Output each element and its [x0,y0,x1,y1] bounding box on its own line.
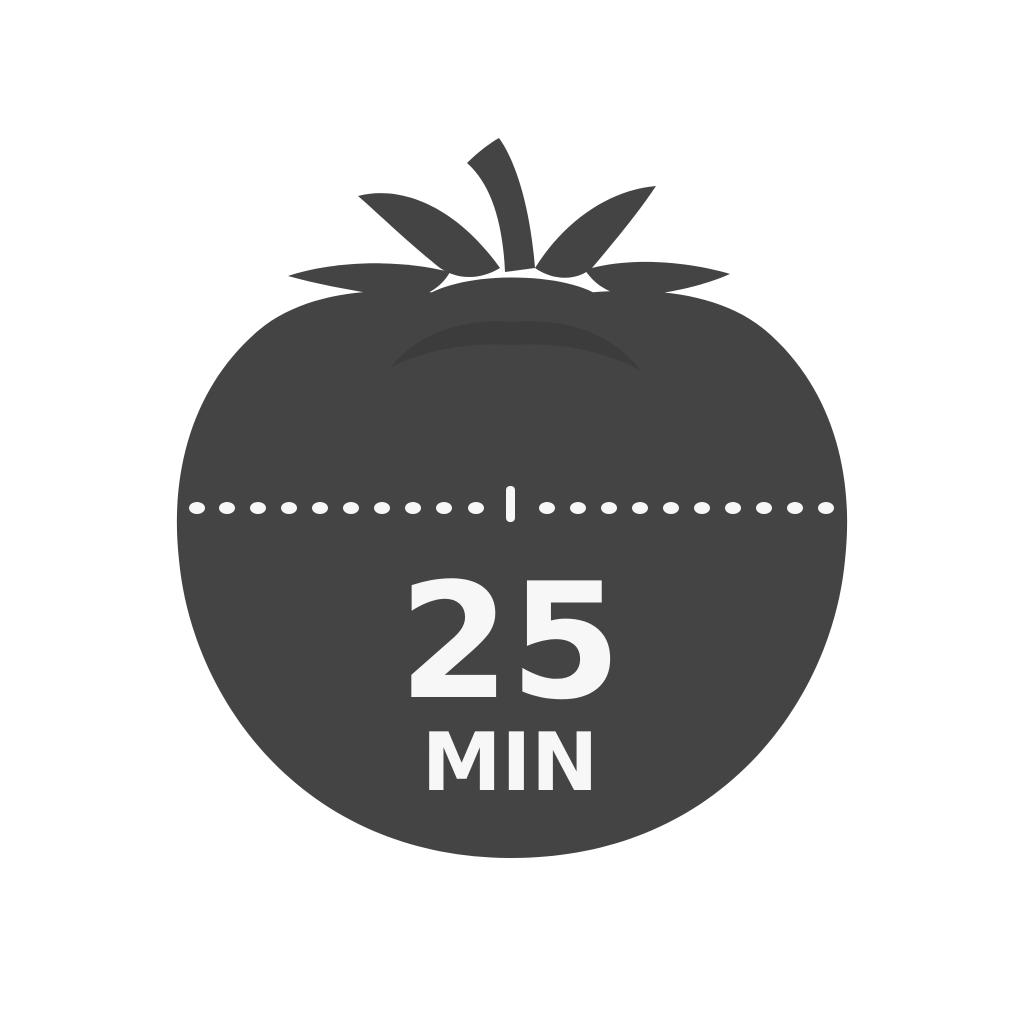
tomato-timer-icon: 25 MIN [176,138,848,858]
timer-unit-label: MIN [422,716,598,809]
timer-minutes: 25 [399,548,622,735]
pomodoro-timer-graphic: 25 MIN [0,0,1024,1024]
dial-pointer [506,486,515,522]
